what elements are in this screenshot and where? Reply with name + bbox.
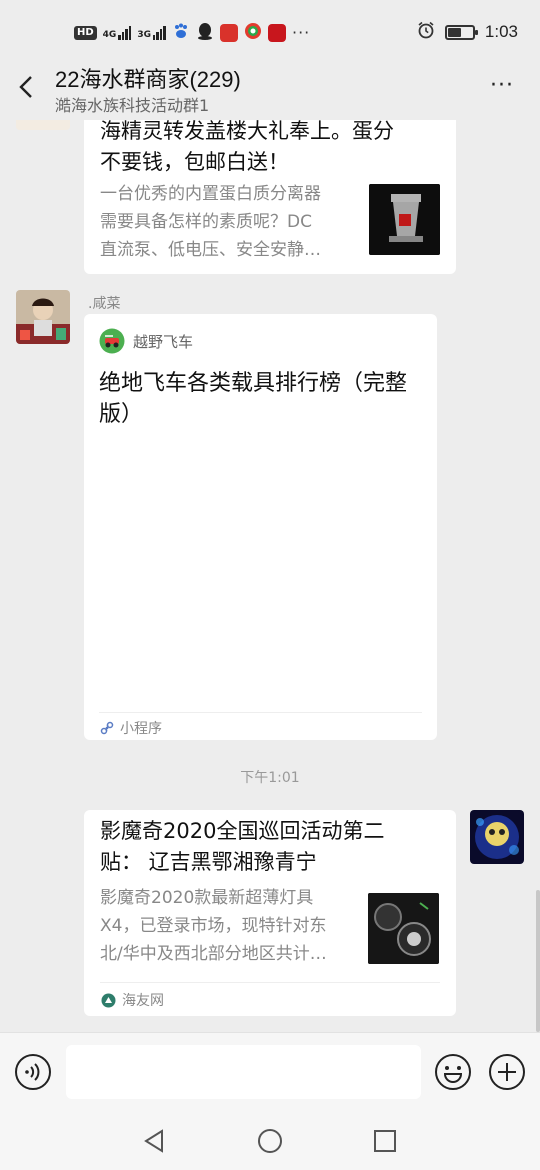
nav-recents-button[interactable] (370, 1126, 400, 1156)
article-desc-line: 一台优秀的内置蛋白质分离器 (100, 184, 321, 204)
chat-title: 22海水群商家(229) (55, 67, 241, 92)
source-logo-icon (101, 993, 116, 1007)
nav-home-button[interactable] (255, 1126, 285, 1156)
status-icons-left: HD 4G 3G ··· (74, 22, 310, 44)
voice-icon (15, 1054, 51, 1090)
triangle-back-icon (144, 1129, 163, 1153)
mini-program-title-line: 版） (99, 402, 144, 427)
square-recents-icon (374, 1130, 396, 1152)
clock: 1:03 (484, 22, 518, 41)
message-input[interactable] (66, 1045, 421, 1099)
article-desc-line: 直流泵、低电压、安全安静… (100, 240, 321, 260)
article-desc-line: 需要具备怎样的素质呢？DC (100, 212, 312, 232)
divider (99, 712, 422, 713)
my-avatar[interactable] (470, 810, 524, 864)
article-source-label: 海友网 (122, 993, 164, 1009)
signal-3g-icon: 3G (137, 26, 166, 40)
time-separator: 下午1:01 (240, 770, 300, 786)
mini-program-app-icon (99, 328, 125, 354)
article-title-line: 影魔奇2020全国巡回活动第二 (100, 819, 385, 843)
sender-name: .咸菜 (88, 296, 121, 312)
article-desc-line: 北/华中及西北部分地区共计… (100, 944, 327, 964)
scrollbar[interactable] (536, 890, 540, 1032)
mini-program-title-line: 绝地飞车各类载具排行榜（完整 (99, 371, 408, 396)
nav-back-button[interactable] (140, 1126, 170, 1156)
mini-program-card[interactable]: 越野飞车 绝地飞车各类载具排行榜（完整 版） 小程序 (84, 314, 437, 740)
input-bar (0, 1032, 540, 1112)
article-card[interactable]: 海精灵转发盖楼大礼奉上。蛋分 不要钱，包邮白送！ 一台优秀的内置蛋白质分离器 需… (84, 120, 456, 274)
emoji-icon (435, 1054, 471, 1090)
status-icons-right: 1:03 (417, 21, 518, 43)
battery-icon (444, 24, 478, 40)
article-source: 海友网 (101, 990, 164, 1010)
browser-app-icon (244, 22, 262, 44)
party-app-icon (267, 24, 286, 42)
article-desc-line: X4，已登录市场，现特针对东 (100, 916, 327, 936)
chevron-left-icon (19, 76, 32, 98)
qq-icon (196, 22, 214, 44)
avatar[interactable] (16, 290, 70, 344)
emoji-button[interactable] (434, 1053, 472, 1091)
alarm-icon (417, 21, 435, 43)
plus-button[interactable] (488, 1053, 526, 1091)
divider (100, 982, 440, 983)
signal-4g-icon: 4G (103, 26, 132, 40)
more-notifications-icon: ··· (291, 23, 311, 42)
back-button[interactable] (12, 72, 42, 102)
article-title-line: 海精灵转发盖楼大礼奉上。蛋分 (100, 120, 394, 143)
voice-button[interactable] (14, 1053, 52, 1091)
article-card[interactable]: 影魔奇2020全国巡回活动第二 贴： 辽吉黑鄂湘豫青宁 影魔奇2020款最新超薄… (84, 810, 456, 1016)
status-bar: HD 4G 3G ··· 1:03 (0, 0, 540, 62)
mini-program-label: 小程序 (120, 721, 162, 737)
plus-icon (489, 1054, 525, 1090)
chat-header: 22海水群商家(229) 澔海水族科技活动群1 ··· (0, 62, 540, 120)
article-thumbnail (369, 184, 440, 255)
mini-program-icon (100, 721, 114, 735)
avatar[interactable] (16, 120, 70, 130)
article-title-line: 不要钱，包邮白送！ (100, 150, 289, 174)
chat-subtitle: 澔海水族科技活动群1 (55, 96, 210, 115)
hd-badge: HD (74, 26, 97, 40)
more-button[interactable]: ··· (490, 75, 514, 97)
news-app-icon (219, 24, 238, 42)
circle-home-icon (258, 1129, 282, 1153)
system-nav-bar (0, 1112, 540, 1170)
article-thumbnail (368, 893, 439, 964)
mini-program-app-name: 越野飞车 (133, 333, 194, 351)
mini-program-footer: 小程序 (100, 718, 162, 738)
article-title-line: 贴： 辽吉黑鄂湘豫青宁 (100, 850, 317, 874)
article-desc-line: 影魔奇2020款最新超薄灯具 (100, 888, 314, 908)
message-list[interactable]: 海精灵转发盖楼大礼奉上。蛋分 不要钱，包邮白送！ 一台优秀的内置蛋白质分离器 需… (0, 120, 540, 1032)
paw-app-icon (172, 22, 190, 44)
